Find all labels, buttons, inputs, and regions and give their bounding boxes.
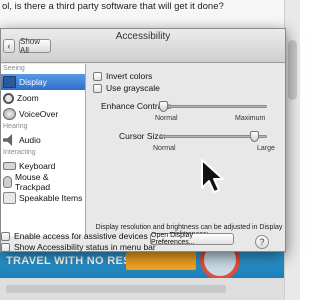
sidebar-item-label: Zoom [17,93,39,103]
sidebar-item-label: Audio [19,135,41,145]
page-scrollbar[interactable] [284,0,300,300]
browser-footer [0,278,300,300]
mouse-icon [3,176,12,188]
cursor-size-slider-knob[interactable] [250,131,260,142]
sidebar-item-label: Speakable Items [19,193,83,203]
sidebar-header-seeing: Seeing [3,65,25,72]
sidebar-item-label: VoiceOver [19,109,59,119]
accessibility-window: Accessibility ‹ Show All Seeing Display … [0,28,286,252]
use-grayscale-row[interactable]: Use grayscale [93,83,160,93]
sidebar-item-label: Display [19,77,47,87]
sidebar-item-zoom[interactable]: Zoom [1,90,85,106]
cursor-size-min-label: Normal [153,145,176,152]
sidebar-item-mouse-trackpad[interactable]: Mouse & Trackpad [1,172,85,192]
invert-colors-row[interactable]: Invert colors [93,71,152,81]
use-grayscale-checkbox[interactable] [93,83,102,93]
enhance-contrast-max-label: Maximum [235,115,266,122]
window-titlebar: Accessibility ‹ Show All [1,29,285,63]
cursor-size-max-label: Large [257,145,275,152]
sidebar-item-label: Keyboard [19,161,56,171]
zoom-icon [3,92,14,104]
sidebar-item-display[interactable]: Display [1,74,85,90]
enable-access-row[interactable]: Enable access for assistive devices [1,231,148,241]
ad-cta-button[interactable] [126,252,196,270]
invert-colors-checkbox[interactable] [93,71,102,81]
question-text: ol, is there a third party software that… [2,1,224,12]
sidebar-header-hearing: Hearing [3,123,28,130]
enable-access-checkbox[interactable] [1,231,10,241]
enhance-contrast-track[interactable] [159,105,267,108]
audio-icon [3,134,13,146]
enable-access-label: Enable access for assistive devices [14,231,148,241]
enhance-contrast-min-label: Normal [155,115,178,122]
help-button[interactable]: ? [255,235,269,249]
mouse-pointer-icon [201,159,224,193]
invert-colors-label: Invert colors [106,71,153,81]
use-grayscale-label: Use grayscale [106,83,160,93]
keyboard-icon [3,162,16,170]
sidebar-item-speakable-items[interactable]: Speakable Items [1,190,85,206]
show-status-label: Show Accessibility status in menu bar [14,242,156,252]
show-status-row[interactable]: Show Accessibility status in menu bar [1,242,156,252]
sidebar-item-voiceover[interactable]: VoiceOver [1,106,85,122]
show-status-checkbox[interactable] [1,242,10,252]
speakable-icon [3,192,16,204]
voiceover-icon [3,108,16,120]
accessibility-sidebar: Seeing Display Zoom VoiceOver Hearing Au… [1,64,86,236]
sidebar-item-label: Mouse & Trackpad [15,172,51,192]
sidebar-item-audio[interactable]: Audio [1,132,85,148]
display-pane: Invert colors Use grayscale Enhance Cont… [93,69,283,246]
open-display-preferences-button[interactable]: Open Display Preferences... [150,232,234,246]
back-button[interactable]: ‹ [3,39,15,53]
show-all-button[interactable]: Show All [19,37,51,55]
sidebar-header-interacting: Interacting [3,149,36,156]
scrollbar-thumb[interactable] [288,40,297,100]
display-icon [3,76,16,88]
enhance-contrast-slider-knob[interactable] [159,101,168,112]
